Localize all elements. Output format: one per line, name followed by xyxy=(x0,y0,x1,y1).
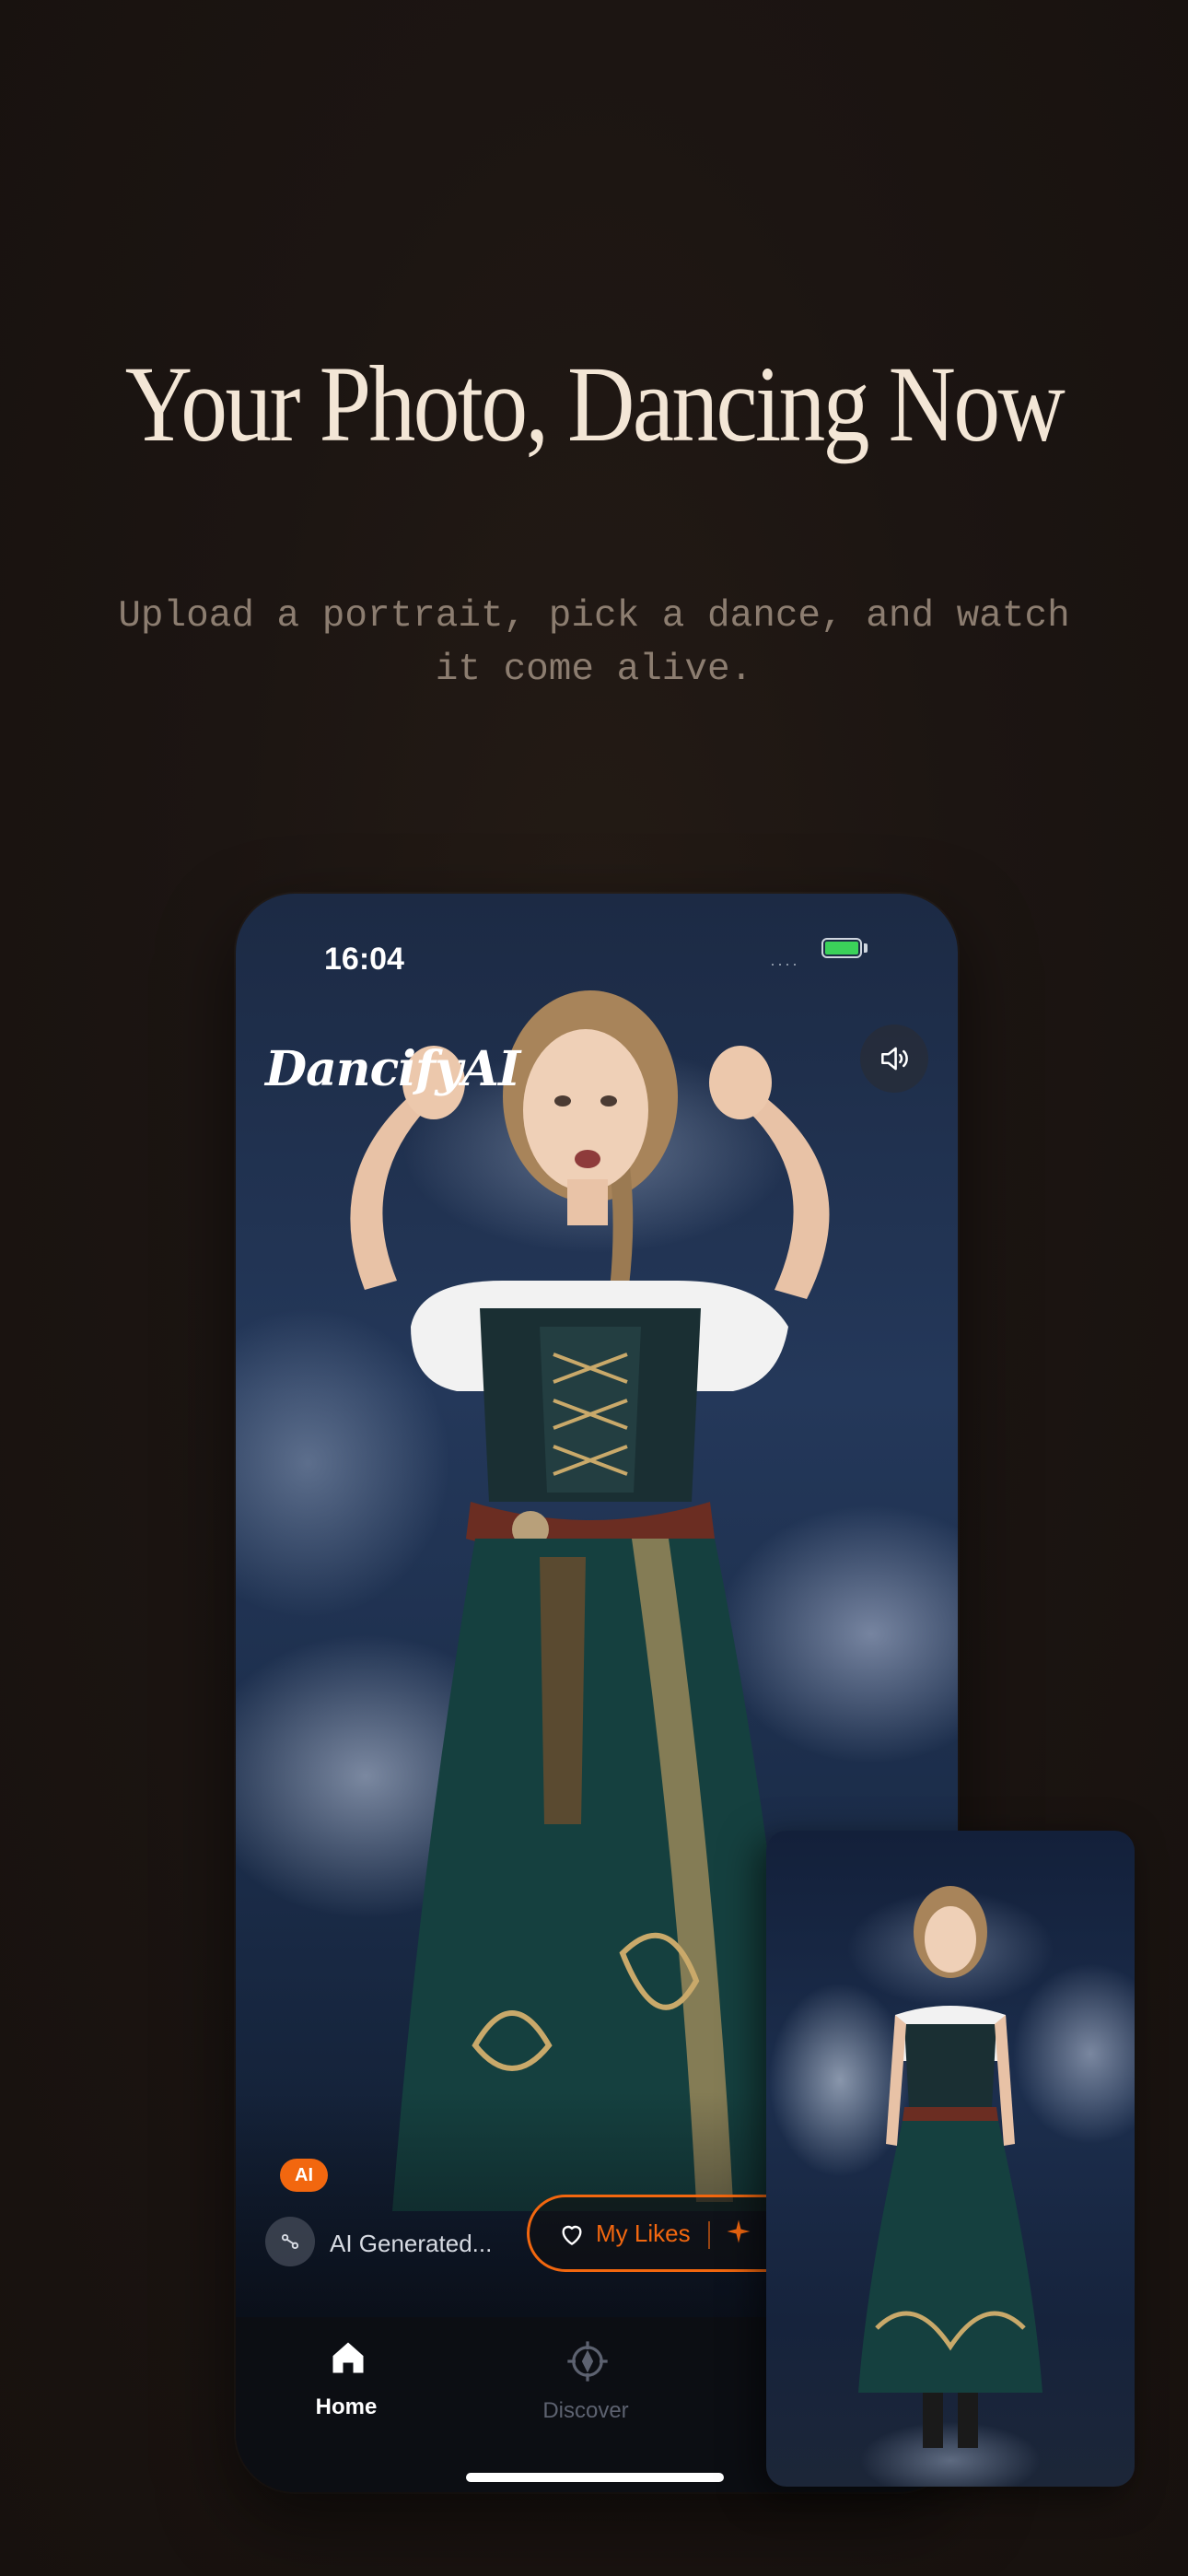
sparkle-icon[interactable] xyxy=(725,2218,752,2245)
dancer-thumbnail-figure xyxy=(858,1886,1042,2448)
app-logo: DancifyAI xyxy=(265,1041,520,1097)
pill-divider xyxy=(708,2221,710,2249)
home-icon[interactable] xyxy=(328,2337,368,2378)
my-likes-label: My Likes xyxy=(596,2219,691,2247)
hero-subline: Upload a portrait, pick a dance, and wat… xyxy=(118,595,1070,691)
source-photo-thumbnail xyxy=(766,1831,1135,2487)
status-time: 16:04 xyxy=(324,942,404,977)
hero-headline: Your Photo, Dancing Now xyxy=(124,344,1066,464)
battery-tip xyxy=(864,943,868,953)
speaker-icon xyxy=(881,1047,908,1071)
signal-indicator: ···· xyxy=(770,954,799,973)
ai-generated-label: AI Generated... xyxy=(330,2230,493,2257)
link-icon xyxy=(281,2233,299,2250)
generated-icon-button[interactable] xyxy=(265,2217,315,2266)
sound-button[interactable] xyxy=(860,1025,928,1093)
home-indicator xyxy=(466,2473,724,2482)
compass-icon[interactable] xyxy=(564,2337,611,2385)
heart-icon xyxy=(562,2225,582,2245)
ai-badge: AI xyxy=(280,2159,328,2192)
nav-discover-label[interactable]: Discover xyxy=(530,2398,641,2424)
nav-home-label[interactable]: Home xyxy=(291,2395,402,2420)
battery-icon xyxy=(821,938,862,958)
